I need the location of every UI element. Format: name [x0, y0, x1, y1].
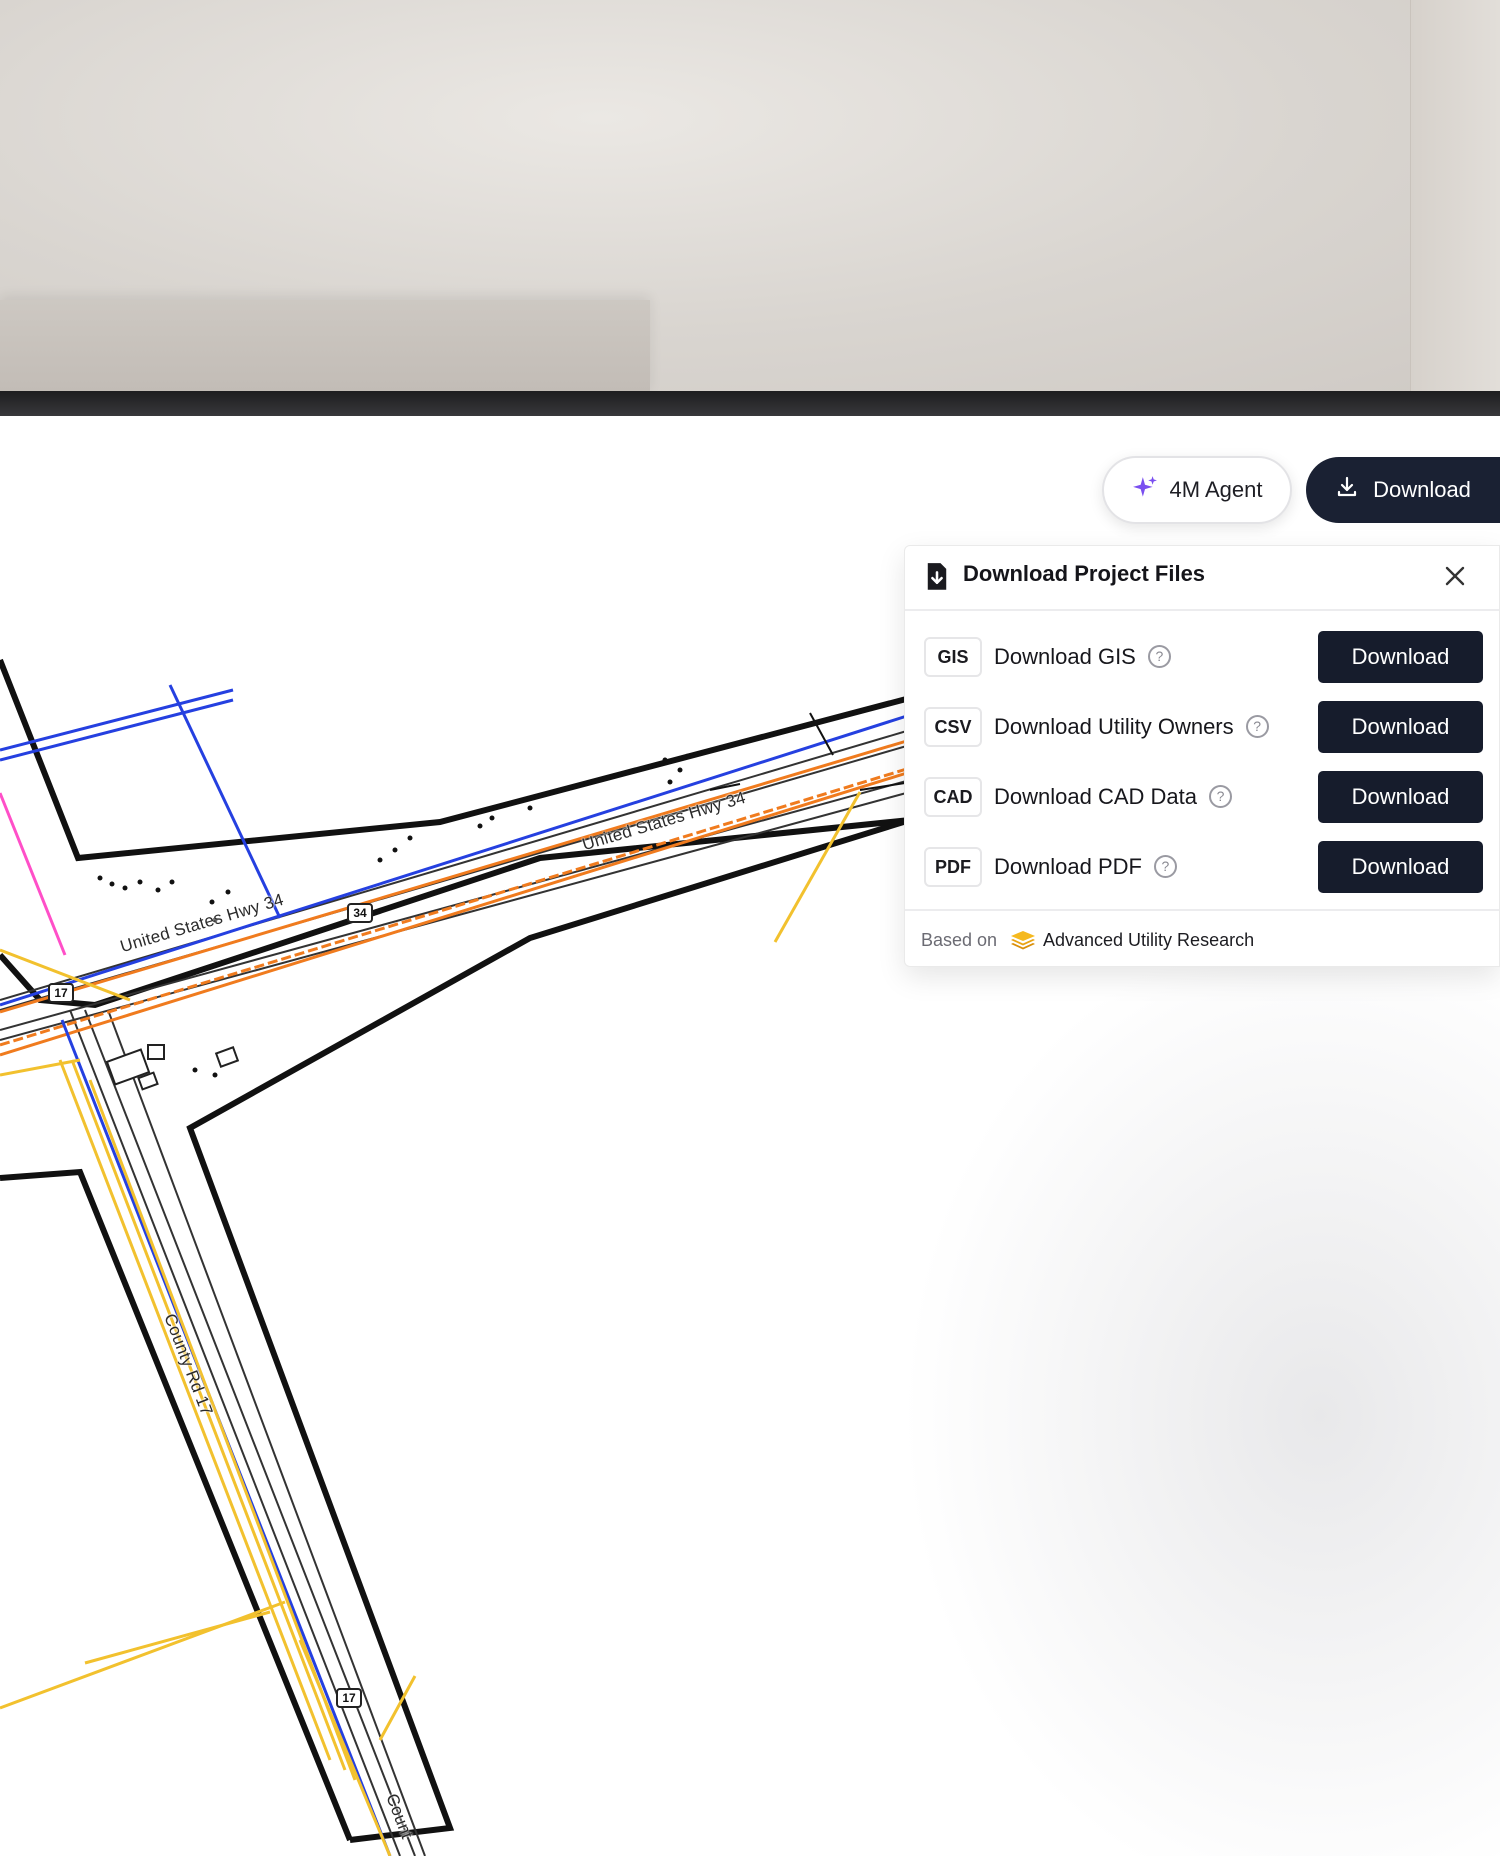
close-icon	[1444, 565, 1466, 592]
download-pdf-button[interactable]: Download	[1318, 841, 1483, 893]
help-icon[interactable]: ?	[1208, 784, 1232, 808]
route-shield-34: 34	[347, 903, 373, 923]
download-cad-button[interactable]: Download	[1318, 771, 1483, 823]
road-edge-county-west	[0, 1168, 353, 1842]
row-label: Download PDF	[994, 854, 1142, 879]
download-icon	[1335, 475, 1359, 505]
sparkle-icon	[1132, 475, 1158, 505]
download-row-gis: GIS Download GIS? Download	[905, 631, 1499, 683]
help-icon[interactable]: ?	[1147, 644, 1171, 668]
download-button-label: Download	[1373, 477, 1471, 502]
panel-title: Download Project Files	[963, 561, 1206, 586]
download-button[interactable]: Download	[1306, 457, 1500, 523]
panel-header: Download Project Files	[905, 546, 1499, 611]
download-gis-button[interactable]: Download	[1318, 631, 1483, 683]
row-label: Download Utility Owners	[994, 714, 1234, 739]
panel-footer: Based on Advanced Utility Research	[905, 909, 1499, 967]
route-shield-17-south: 17	[336, 1688, 362, 1708]
help-icon[interactable]: ?	[1245, 714, 1269, 738]
layers-icon	[1010, 930, 1036, 955]
help-icon[interactable]: ?	[1153, 854, 1177, 878]
background-ledge	[0, 300, 650, 393]
row-label: Download CAD Data	[994, 784, 1197, 809]
monitor-bezel	[0, 391, 1500, 416]
route-shield-17-north: 17	[48, 983, 74, 1003]
agent-button-label: 4M Agent	[1169, 477, 1263, 502]
agent-button[interactable]: 4M Agent	[1102, 456, 1292, 524]
footer-prefix: Based on	[921, 930, 998, 950]
download-row-pdf: PDF Download PDF? Download	[905, 841, 1499, 893]
row-label: Download GIS	[994, 644, 1136, 669]
download-row-cad: CAD Download CAD Data? Download	[905, 771, 1499, 823]
close-button[interactable]	[1435, 558, 1475, 598]
file-type-badge: PDF	[924, 847, 982, 887]
file-type-badge: CAD	[924, 777, 982, 817]
file-type-badge: CSV	[924, 707, 982, 747]
background-wall-edge	[1410, 0, 1500, 393]
download-panel: Download Project Files GIS Download GIS?…	[904, 545, 1500, 967]
file-type-badge: GIS	[924, 637, 982, 677]
download-row-csv: CSV Download Utility Owners? Download	[905, 701, 1499, 753]
file-download-icon	[925, 562, 949, 597]
footer-brand: Advanced Utility Research	[1043, 930, 1255, 950]
download-utility-owners-button[interactable]: Download	[1318, 701, 1483, 753]
parcel-boundary-east	[186, 817, 911, 1843]
